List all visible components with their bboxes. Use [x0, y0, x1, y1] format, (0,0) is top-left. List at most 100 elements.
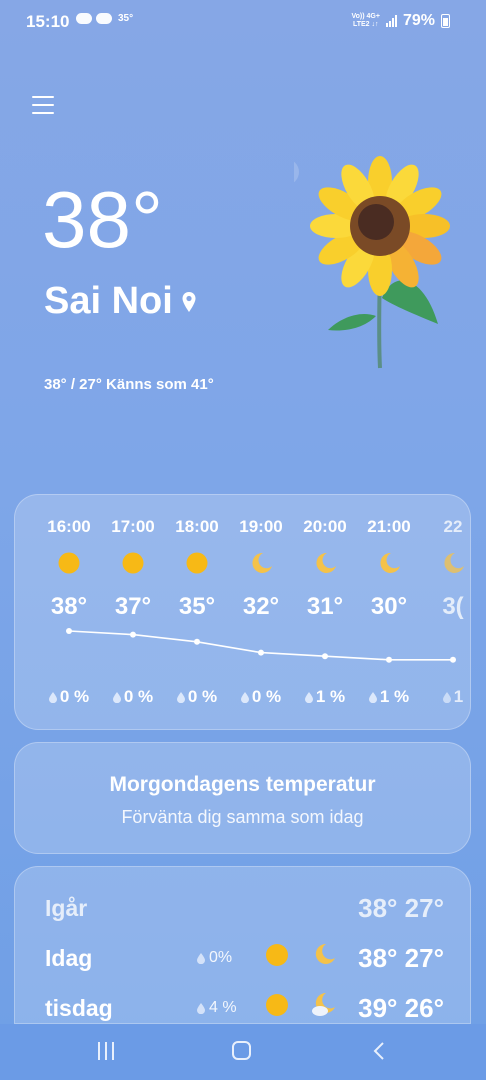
hour-temp: 38°	[50, 593, 88, 620]
hour-rain-value: 0 %	[187, 687, 218, 706]
hour-temp: 31°	[306, 593, 344, 620]
hour-rain-value: 1 %	[315, 687, 346, 706]
temperature-point	[450, 656, 456, 663]
sun-icon	[266, 994, 288, 1016]
battery-percent: 79%	[402, 12, 435, 29]
moon-icon	[315, 943, 335, 964]
sun-icon	[185, 551, 209, 575]
hour-time: 18:00	[175, 517, 219, 536]
hour-time: 21:00	[367, 517, 411, 536]
hour-temp: 30°	[370, 593, 408, 620]
hour-rain-value: 0 %	[59, 687, 90, 706]
hour-rain-value: 1	[453, 687, 464, 706]
tomorrow-subtitle: Förvänta dig samma som idag	[121, 807, 364, 827]
raindrop-icon	[368, 691, 377, 703]
hour-time: 17:00	[111, 517, 155, 536]
hour-time: 22	[443, 517, 463, 536]
hour-time: 19:00	[239, 517, 283, 536]
raindrop-icon	[304, 691, 313, 703]
tomorrow-temperature-card[interactable]: Morgondagens temperatur Förvänta dig sam…	[14, 742, 471, 854]
status-bar: 15:10 35° Vo)) 4G+ LTE2 ↓↑ 79%	[0, 0, 486, 44]
hour-rain: 0 %	[229, 687, 293, 707]
hour-time: 16:00	[47, 517, 91, 536]
raindrop-icon	[112, 691, 121, 703]
location-name: Sai Noi	[44, 280, 173, 322]
hour-temp: 3(	[442, 593, 464, 620]
home-icon[interactable]	[232, 1041, 251, 1060]
hourly-item: 22 3( 1	[421, 517, 470, 706]
daily-row-tuesday[interactable]: tisdag 4 % 39° 26°	[15, 989, 470, 1023]
current-temperature: 38°	[42, 175, 163, 264]
moon-icon	[377, 551, 401, 575]
hour-temp: 35°	[178, 593, 216, 620]
daily-row-today[interactable]: Idag 0% 38° 27°	[15, 939, 470, 979]
weather-notification-icon	[96, 13, 112, 24]
location-pin-icon	[182, 291, 196, 312]
menu-icon[interactable]	[32, 96, 54, 116]
hourly-item: 16:00 38° 0 %	[37, 517, 101, 706]
back-icon[interactable]	[372, 1042, 386, 1060]
raindrop-icon	[197, 952, 205, 964]
temperature-point	[322, 653, 328, 660]
location[interactable]: Sai Noi	[44, 280, 197, 323]
hour-temp: 32°	[242, 593, 280, 620]
hour-rain-value: 1 %	[379, 687, 410, 706]
temperature-point	[66, 628, 72, 634]
sun-icon	[266, 944, 288, 966]
sun-icon	[121, 551, 145, 575]
temperature-point	[130, 631, 136, 638]
hourly-item: 18:00 35° 0 %	[165, 517, 229, 706]
moon-cloud-icon	[312, 992, 335, 1016]
hourly-item: 19:00 32° 0 %	[229, 517, 293, 706]
status-system-icons: Vo)) 4G+ LTE2 ↓↑ 79%	[352, 12, 450, 30]
raindrop-icon	[48, 691, 57, 703]
network-label-bottom: LTE2 ↓↑	[352, 21, 379, 28]
tomorrow-title: Morgondagens temperatur	[109, 773, 376, 796]
hour-rain: 1 %	[357, 687, 421, 707]
hourly-item: 17:00 37° 0 %	[101, 517, 165, 706]
day-name: Idag	[45, 945, 93, 971]
hour-time: 20:00	[303, 517, 347, 536]
hourly-item: 20:00 31° 1 %	[293, 517, 357, 706]
recent-apps-icon[interactable]	[98, 1042, 116, 1060]
battery-icon	[441, 14, 450, 28]
weather-notification-icon	[76, 13, 92, 24]
day-temps: 38° 27°	[358, 943, 444, 973]
hourly-item: 21:00 30° 1 %	[357, 517, 421, 706]
temperature-summary: 38° / 27° Känns som 41°	[44, 376, 214, 393]
status-notification-icons: 35°	[76, 13, 133, 24]
system-navigation-bar	[0, 1024, 486, 1080]
hour-temp: 37°	[114, 593, 152, 620]
day-name: Igår	[45, 895, 88, 921]
sun-icon	[57, 551, 81, 575]
raindrop-icon	[176, 691, 185, 703]
day-name: tisdag	[45, 995, 113, 1021]
raindrop-icon	[240, 691, 249, 703]
hour-rain-value: 0 %	[123, 687, 154, 706]
network-label-top: Vo)) 4G+	[351, 13, 380, 20]
hourly-forecast-card[interactable]: 16:00 38° 0 % 17:00 37° 0 % 18:00 35° 0 % 19:00 32…	[14, 494, 471, 730]
hour-rain: 0 %	[37, 687, 101, 707]
daily-forecast-card[interactable]: Igår 38° 27° Idag 0% 38° 27° tisdag 4 % …	[14, 866, 471, 1024]
day-temps: 38° 27°	[358, 893, 444, 923]
hour-rain: 0 %	[165, 687, 229, 707]
moon-icon	[441, 551, 465, 575]
raindrop-icon	[442, 691, 451, 703]
signal-icon	[385, 15, 397, 27]
day-temps: 39° 26°	[358, 993, 444, 1023]
sunflower-icon	[294, 156, 450, 369]
status-time: 15:10	[26, 12, 70, 31]
hour-rain: 1	[421, 687, 470, 707]
temperature-point	[194, 638, 200, 645]
hour-rain: 1 %	[293, 687, 357, 707]
hour-rain-value: 0 %	[251, 687, 282, 706]
network-icon: Vo)) 4G+ LTE2 ↓↑	[352, 13, 380, 29]
day-rain-value: 4 %	[209, 999, 237, 1016]
raindrop-icon	[197, 1002, 205, 1014]
moon-icon	[249, 551, 273, 575]
day-rain: 4 %	[197, 999, 237, 1017]
status-temp: 35°	[118, 13, 134, 24]
moon-icon	[313, 551, 337, 575]
daily-row-yesterday[interactable]: Igår 38° 27°	[15, 889, 470, 929]
hour-rain: 0 %	[101, 687, 165, 707]
